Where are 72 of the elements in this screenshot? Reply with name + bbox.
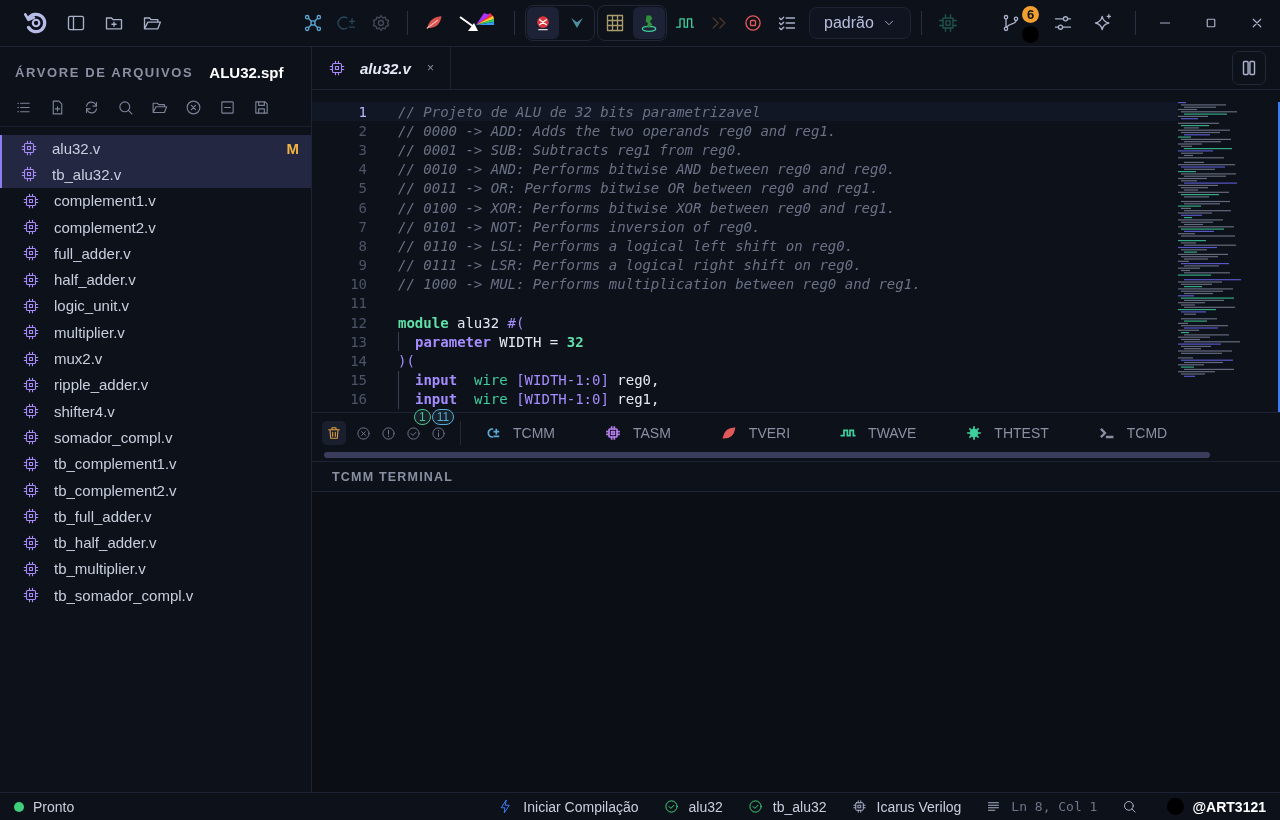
terminal-title: TCMM TERMINAL xyxy=(332,469,454,484)
testbench-status[interactable]: alu32 xyxy=(663,798,723,815)
close-tab-button[interactable]: × xyxy=(426,61,434,75)
panel-tab[interactable]: TWAVE xyxy=(840,425,917,441)
line-number: 13 xyxy=(349,333,368,350)
file-item[interactable]: tb_alu32.v xyxy=(0,161,311,188)
file-item[interactable]: half_adder.v xyxy=(0,266,311,293)
panel-tab[interactable]: TCMD xyxy=(1098,425,1168,441)
compile-button[interactable]: Iniciar Compilação xyxy=(498,798,639,815)
file-item[interactable]: complement1.v xyxy=(0,187,311,214)
line-number: 4 xyxy=(357,161,368,178)
compiler-selector[interactable]: Icarus Verilog xyxy=(851,798,962,815)
panel-tab[interactable]: TCMM xyxy=(485,425,555,441)
line-number: 11 xyxy=(349,295,368,312)
code-line: // 1000 -> MUL: Performs multiplication between reg0 and reg1. xyxy=(398,276,921,293)
testbench-status[interactable]: tb_alu32 xyxy=(747,798,827,815)
code-line: // 0001 -> SUB: Subtracts reg1 from reg0. xyxy=(398,141,744,158)
project-name: ALU32.spf xyxy=(209,63,284,81)
code-line: // 0100 -> XOR: Performs bitwise XOR between reg0 and reg1. xyxy=(398,199,896,216)
modified-label: M xyxy=(286,139,299,157)
line-number: 12 xyxy=(349,314,368,331)
file-item[interactable]: alu32.v M xyxy=(0,135,311,162)
file-item[interactable]: tb_complement2.v xyxy=(0,476,311,504)
line-number: 3 xyxy=(357,141,368,158)
code-line: // 0101 -> NOT: Performs inversion of reg0. xyxy=(398,218,761,235)
line-number: 5 xyxy=(357,180,368,197)
file-item[interactable]: tb_half_adder.v xyxy=(0,529,311,556)
file-item[interactable]: shifter4.v xyxy=(0,397,311,425)
code-line: // 0011 -> OR: Performs bitwise OR between reg0 and reg1. xyxy=(398,180,879,197)
code-line: input wire [WIDTH-1:0] reg1, xyxy=(415,391,660,408)
notification-badge: 6 xyxy=(1022,6,1039,23)
line-number: 16 xyxy=(349,391,368,408)
file-item[interactable]: ripple_adder.v xyxy=(0,371,311,398)
file-item[interactable]: full_adder.v xyxy=(0,240,311,267)
line-number: 8 xyxy=(357,237,368,254)
status-text: Pronto xyxy=(33,798,75,815)
code-line: // 0110 -> LSL: Performs a logical left shift on reg0. xyxy=(398,237,854,254)
line-number: 6 xyxy=(357,199,368,216)
code-line: // 0010 -> AND: Performs bitwise AND between reg0 and reg0. xyxy=(398,161,896,178)
file-item[interactable]: mux2.v xyxy=(0,345,311,372)
panel-tab[interactable]: TVERI xyxy=(720,425,791,441)
code-line: )( xyxy=(398,353,415,370)
count-badge: 11 xyxy=(431,409,455,425)
file-item[interactable]: multiplier.v xyxy=(0,319,311,346)
code-line: // 0111 -> LSR: Performs a logical right shift on reg0. xyxy=(398,257,862,274)
mode-dropdown[interactable]: padrão xyxy=(809,7,911,39)
user-name[interactable]: @ART3121 xyxy=(1192,798,1266,815)
panel-tab[interactable]: TASM xyxy=(605,425,671,441)
file-item[interactable]: complement2.v xyxy=(0,213,311,241)
file-item[interactable]: tb_somador_compl.v xyxy=(0,582,311,609)
line-number: 1 xyxy=(357,103,368,120)
code-line: // 0000 -> ADD: Adds the two operands reg0 and reg1. xyxy=(398,122,837,139)
sidebar-title: ÁRVORE DE ARQUIVOS xyxy=(15,64,194,80)
count-badge: 1 xyxy=(414,409,431,425)
code-line: parameter WIDTH = 32 xyxy=(415,333,584,350)
line-number: 2 xyxy=(357,122,368,139)
line-number: 10 xyxy=(349,276,368,293)
cursor-position[interactable]: Ln 8, Col 1 xyxy=(986,799,1098,814)
file-item[interactable]: tb_multiplier.v xyxy=(0,555,311,583)
panel-tab[interactable]: THTEST xyxy=(966,425,1049,441)
file-item[interactable]: tb_complement1.v xyxy=(0,450,311,477)
line-number: 15 xyxy=(349,372,368,389)
file-item[interactable]: tb_full_adder.v xyxy=(0,503,311,530)
editor-tab[interactable]: alu32.v × xyxy=(312,47,451,89)
line-number: 7 xyxy=(357,218,368,235)
code-line: // Projeto de ALU de 32 bits parametrizavel xyxy=(398,103,761,120)
code-line: input wire [WIDTH-1:0] reg0, xyxy=(415,372,660,389)
code-line: module alu32 #( xyxy=(398,314,525,331)
line-number: 14 xyxy=(349,353,368,370)
line-number: 9 xyxy=(357,257,368,274)
file-item[interactable]: logic_unit.v xyxy=(0,292,311,320)
file-item[interactable]: somador_compl.v xyxy=(0,424,311,451)
